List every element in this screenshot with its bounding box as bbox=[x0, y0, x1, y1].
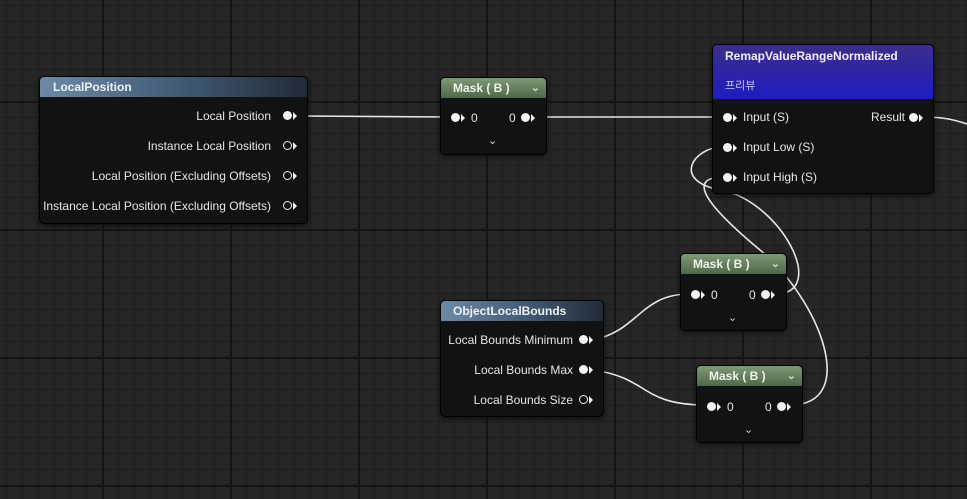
output-label: 0 bbox=[749, 288, 756, 302]
pin-arrow-icon bbox=[531, 114, 535, 122]
pin-arrow-icon bbox=[701, 291, 705, 299]
node-title: Mask ( B ) ⌄ bbox=[441, 78, 546, 98]
pin-arrow-icon bbox=[589, 366, 593, 374]
node-title: LocalPosition bbox=[40, 77, 307, 97]
node-subtitle: 프리뷰 bbox=[725, 80, 756, 92]
input-pin[interactable] bbox=[451, 113, 460, 122]
expand-chevron-icon[interactable]: ⌄ bbox=[488, 134, 497, 147]
output-label: Local Position (Excluding Offsets) bbox=[91, 169, 271, 183]
pin-arrow-icon bbox=[717, 403, 721, 411]
node-local-position[interactable]: LocalPosition Local Position Instance Lo… bbox=[39, 76, 308, 224]
output-pin[interactable] bbox=[283, 171, 292, 180]
node-object-local-bounds[interactable]: ObjectLocalBounds Local Bounds Minimum L… bbox=[440, 300, 604, 417]
input-label: 0 bbox=[727, 400, 734, 414]
output-pin[interactable] bbox=[283, 141, 292, 150]
input-pin[interactable] bbox=[723, 113, 732, 122]
output-pin[interactable] bbox=[579, 395, 588, 404]
wire-boundsmax-mask-bot bbox=[592, 369, 707, 406]
output-label: Instance Local Position bbox=[147, 139, 271, 153]
input-pin[interactable] bbox=[691, 290, 700, 299]
chevron-down-icon[interactable]: ⌄ bbox=[531, 78, 540, 98]
pin-arrow-icon bbox=[771, 291, 775, 299]
pin-arrow-icon bbox=[589, 396, 593, 404]
pin-arrow-icon bbox=[787, 403, 791, 411]
output-label: Instance Local Position (Excluding Offse… bbox=[43, 199, 271, 213]
output-pin[interactable] bbox=[579, 335, 588, 344]
input-label: Input (S) bbox=[743, 110, 790, 124]
node-title-text: RemapValueRangeNormalized bbox=[725, 49, 898, 63]
wire-localposition-mask bbox=[297, 115, 451, 118]
output-pin[interactable] bbox=[579, 365, 588, 374]
input-pin[interactable] bbox=[723, 173, 732, 182]
chevron-down-icon[interactable]: ⌄ bbox=[771, 254, 780, 274]
node-mask-top[interactable]: Mask ( B ) ⌄ 0 0 ⌄ bbox=[440, 77, 547, 155]
node-title: RemapValueRangeNormalized 프리뷰 bbox=[713, 45, 933, 99]
input-pin[interactable] bbox=[723, 143, 732, 152]
pin-arrow-icon bbox=[461, 114, 465, 122]
input-label: Input Low (S) bbox=[743, 140, 815, 154]
pin-arrow-icon bbox=[293, 142, 297, 150]
pin-arrow-icon bbox=[293, 202, 297, 210]
pin-arrow-icon bbox=[733, 144, 737, 152]
output-label: Local Position bbox=[196, 109, 271, 123]
pin-arrow-icon bbox=[733, 174, 737, 182]
node-title-text: Mask ( B ) bbox=[693, 257, 750, 271]
output-pin[interactable] bbox=[283, 111, 292, 120]
output-pin[interactable] bbox=[777, 402, 786, 411]
input-pin[interactable] bbox=[707, 402, 716, 411]
input-label: 0 bbox=[471, 111, 478, 125]
pin-arrow-icon bbox=[293, 112, 297, 120]
node-mask-bottom[interactable]: Mask ( B ) ⌄ 0 0 ⌄ bbox=[696, 365, 803, 443]
output-label: Result bbox=[870, 110, 905, 124]
expand-chevron-icon[interactable]: ⌄ bbox=[728, 311, 737, 324]
pin-arrow-icon bbox=[919, 114, 923, 122]
output-label: 0 bbox=[509, 111, 516, 125]
output-label: Local Bounds Minimum bbox=[448, 333, 573, 347]
output-label: Local Bounds Size bbox=[473, 393, 573, 407]
output-label: Local Bounds Max bbox=[474, 363, 573, 377]
expand-chevron-icon[interactable]: ⌄ bbox=[744, 423, 753, 436]
pin-arrow-icon bbox=[293, 172, 297, 180]
pin-arrow-icon bbox=[733, 114, 737, 122]
output-pin[interactable] bbox=[909, 113, 918, 122]
output-label: 0 bbox=[765, 400, 772, 414]
node-title: Mask ( B ) ⌄ bbox=[697, 366, 802, 386]
chevron-down-icon[interactable]: ⌄ bbox=[787, 366, 796, 386]
pin-arrow-icon bbox=[589, 336, 593, 344]
wire-boundsmin-mask-mid bbox=[592, 293, 691, 341]
node-remap-value-range[interactable]: RemapValueRangeNormalized 프리뷰 Input (S) … bbox=[712, 44, 934, 194]
node-title: ObjectLocalBounds bbox=[441, 301, 603, 321]
input-label: 0 bbox=[711, 288, 718, 302]
output-pin[interactable] bbox=[283, 201, 292, 210]
output-pin[interactable] bbox=[761, 290, 770, 299]
input-label: Input High (S) bbox=[743, 170, 818, 184]
output-pin[interactable] bbox=[521, 113, 530, 122]
node-mask-mid[interactable]: Mask ( B ) ⌄ 0 0 ⌄ bbox=[680, 253, 787, 331]
node-title: Mask ( B ) ⌄ bbox=[681, 254, 786, 274]
node-title-text: Mask ( B ) bbox=[709, 369, 766, 383]
node-title-text: Mask ( B ) bbox=[453, 81, 510, 95]
